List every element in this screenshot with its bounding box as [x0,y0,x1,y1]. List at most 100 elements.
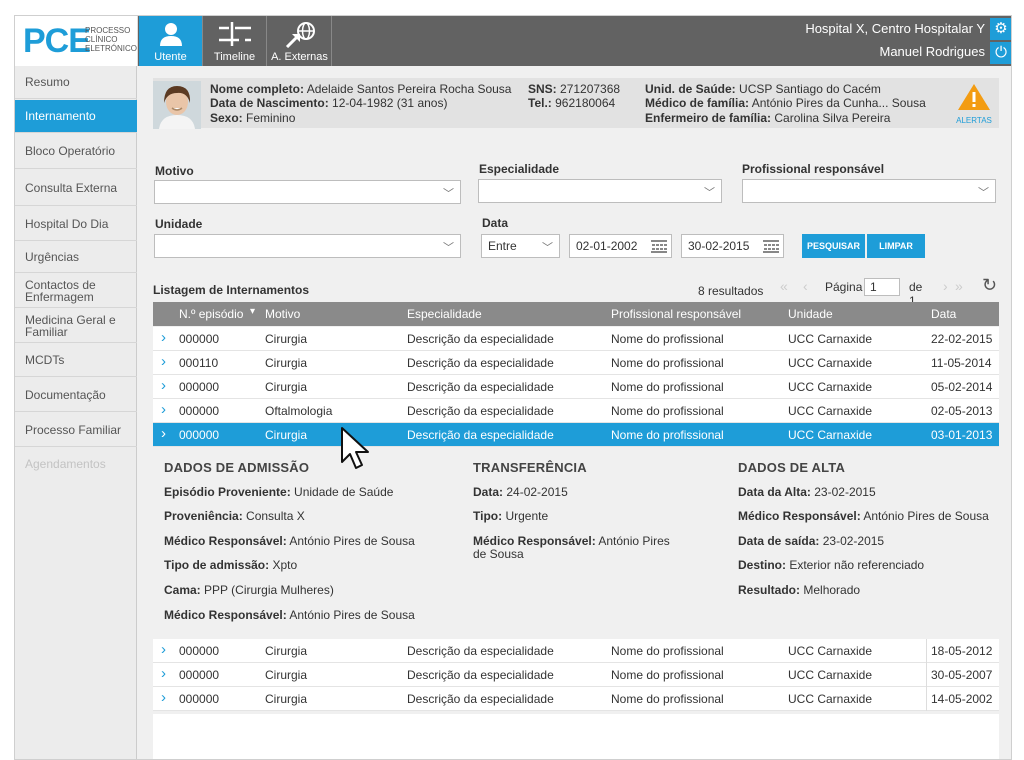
table-row[interactable]: › 000000 Cirurgia Descrição da especialida… [153,639,999,663]
refresh-icon[interactable]: ↻ [982,275,997,296]
calendar-icon [763,240,779,253]
table-empty-area [153,714,999,759]
main-content: Nome completo: Adelaide Santos Pereira R… [153,78,999,759]
transferencia-title: TRANSFERÊNCIA [473,460,587,475]
search-button[interactable]: PESQUISAR [802,234,865,258]
patient-name-line: Nome completo: Adelaide Santos Pereira R… [210,82,512,96]
chevron-down-icon: ﹀ [978,187,989,199]
nav-externas[interactable]: A. Externas [268,16,332,66]
table-row[interactable]: › 000110 Cirurgia Descrição da especialida… [153,351,999,375]
admissao-title: DADOS DE ADMISSÃO [164,460,310,475]
col-episodio[interactable]: N.º episódio [179,307,243,321]
patient-tel: 962180064 [555,96,616,110]
col-unidade[interactable]: Unidade [788,307,833,321]
page-input[interactable]: 1 [864,278,900,296]
alta-title: DADOS DE ALTA [738,460,846,475]
sidebar-item-internamento[interactable]: Internamento [15,100,137,133]
table-row[interactable]: › 000000 Cirurgia Descrição da especialida… [153,687,999,711]
table-row[interactable]: › 000000 Cirurgia Descrição da especialida… [153,327,999,351]
chevron-right-icon: › [161,377,166,394]
patient-dob: 12-04-1982 (31 anos) [332,96,448,110]
patient-doctor: António Pires da Cunha... Sousa [751,96,926,110]
especialidade-label: Especialidade [479,162,560,176]
sidebar-item-agendamentos: Agendamentos [25,457,106,471]
next-page-icon[interactable]: › [943,278,948,294]
top-bar: PCE PROCESSO CLÍNICO ELETRÓNICO Utente T… [15,16,1011,66]
motivo-select[interactable]: ﹀ [154,180,461,204]
sidebar-item-documentacao[interactable]: Documentação [15,378,137,412]
col-motivo[interactable]: Motivo [265,307,300,321]
chevron-down-icon: ﹀ [443,242,454,254]
nav-timeline[interactable]: Timeline [203,16,267,66]
sidebar-item-consulta-externa[interactable]: Consulta Externa [15,171,137,206]
sidebar-item-contactos-enfermagem[interactable]: Contactos de Enfermagem [15,274,137,308]
data-operator-select[interactable]: Entre ﹀ [481,234,560,258]
logo-text: PCE [23,22,91,60]
chevron-down-icon: ﹀ [542,242,553,254]
sidebar-item-mcdts[interactable]: MCDTs [15,344,137,377]
first-page-icon[interactable]: « [780,278,788,294]
sidebar: Resumo Internamento Bloco Operatório Con… [15,66,137,759]
sidebar-item-resumo[interactable]: Resumo [15,66,137,99]
chevron-right-icon: › [161,665,166,682]
calendar-icon [651,240,667,253]
patient-name: Adelaide Santos Pereira Rocha Sousa [306,82,512,96]
unidade-select[interactable]: ﹀ [154,234,461,258]
sidebar-item-urgencias[interactable]: Urgências [15,242,137,273]
app-window: PCE PROCESSO CLÍNICO ELETRÓNICO Utente T… [14,15,1012,760]
table-row[interactable]: › 000000 Cirurgia Descrição da especialida… [153,375,999,399]
power-icon[interactable]: ⏻ [990,42,1011,64]
chevron-right-icon: › [161,641,166,658]
date-from-input[interactable]: 02-01-2002 [569,234,672,258]
episode-detail: DADOS DE ADMISSÃO Episódio Proveniente: … [153,448,999,638]
col-profissional[interactable]: Profissional responsável [611,307,741,321]
patient-unit-line: Unid. de Saúde: UCSP Santiago do Cacém [645,82,881,96]
sidebar-item-bloco-operatorio[interactable]: Bloco Operatório [15,134,137,169]
last-page-icon[interactable]: » [955,278,963,294]
patient-doctor-line: Médico de família: António Pires da Cunh… [645,96,926,110]
nav-utente-label: Utente [154,51,187,63]
sidebar-item-processo-familiar[interactable]: Processo Familiar [15,413,137,447]
hospital-name: Hospital X, Centro Hospitalar Y [805,21,985,36]
motivo-label: Motivo [155,164,194,178]
table-row-selected[interactable]: › 000000 Cirurgia Descrição da especialida… [153,423,999,447]
logo-subtitle: PROCESSO CLÍNICO ELETRÓNICO [85,26,138,53]
date-to-value: 30-02-2015 [688,239,750,253]
page-label: Página [825,280,863,294]
patient-dob-line: Data de Nascimento: 12-04-1982 (31 anos) [210,96,448,110]
especialidade-select[interactable]: ﹀ [478,179,722,203]
sidebar-item-hospital-do-dia[interactable]: Hospital Do Dia [15,207,137,241]
table-row[interactable]: › 000000 Cirurgia Descrição da especialida… [153,663,999,687]
alerts-button[interactable]: ALERTAS [953,83,995,125]
chevron-right-icon: › [161,329,166,346]
patient-header: Nome completo: Adelaide Santos Pereira R… [153,78,999,129]
mouse-cursor-icon [341,427,369,469]
chevron-right-icon: › [161,689,166,706]
table-row[interactable]: › 000000 Oftalmologia Descrição da especia… [153,399,999,423]
patient-sex-line: Sexo: Feminino [210,111,296,125]
logo: PCE PROCESSO CLÍNICO ELETRÓNICO [15,16,138,66]
patient-sex: Feminino [246,111,296,125]
patient-nurse-line: Enfermeiro de família: Carolina Silva Pe… [645,111,891,125]
profissional-select[interactable]: ﹀ [742,179,996,203]
date-to-input[interactable]: 30-02-2015 [681,234,784,258]
timeline-icon [203,20,266,48]
clear-button[interactable]: LIMPAR [867,234,925,258]
patient-nurse: Carolina Silva Pereira [774,111,891,125]
chevron-right-icon: › [161,401,166,418]
list-title: Listagem de Internamentos [153,283,310,297]
alerts-label: ALERTAS [956,116,992,125]
sort-down-icon[interactable]: ▾ [250,306,255,317]
data-operator-value: Entre [488,239,517,253]
table-header: N.º episódio ▾ Motivo Especialidade Prof… [153,302,999,326]
user-name[interactable]: Manuel Rodrigues [879,44,985,59]
sidebar-item-medicina-geral[interactable]: Medicina Geral e Familiar [15,309,137,343]
profissional-label: Profissional responsável [742,162,885,176]
prev-page-icon[interactable]: ‹ [803,278,808,294]
data-label: Data [482,216,509,230]
col-data[interactable]: Data [931,307,956,321]
gear-icon[interactable]: ⚙ [990,18,1011,40]
chevron-right-icon: › [161,425,166,442]
col-especialidade[interactable]: Especialidade [407,307,482,321]
nav-utente[interactable]: Utente [139,16,203,66]
